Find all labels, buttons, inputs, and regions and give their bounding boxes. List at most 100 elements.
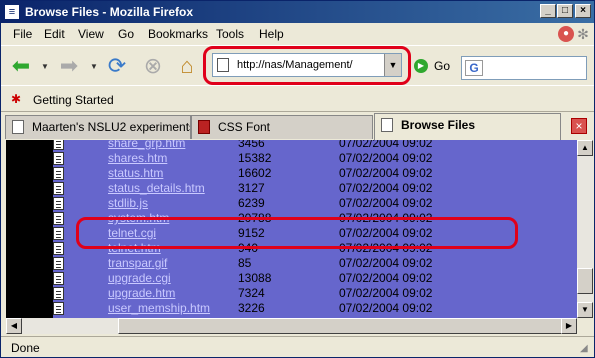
title-bar: ≡ Browse Files - Mozilla Firefox _ □ ×: [1, 1, 594, 23]
file-row: shares.htm 15382 07/02/2004 09:02: [6, 151, 577, 166]
file-size: 3456: [238, 140, 265, 150]
file-link[interactable]: upgrade.htm: [108, 286, 175, 300]
firefox-bookmark-icon: ✱: [11, 92, 22, 106]
file-row: transpar.gif 85 07/02/2004 09:02: [6, 256, 577, 271]
file-date: 07/02/2004 09:02: [339, 166, 433, 180]
file-link[interactable]: stdlib.js: [108, 196, 148, 210]
activity-throbber-icon: ●: [558, 26, 574, 42]
file-link[interactable]: share_grp.htm: [108, 140, 185, 150]
menu-file[interactable]: File: [13, 27, 32, 41]
navigation-toolbar: ⬅ ▼ ➡ ▼ ⟳ ⊗ ⌂ http://nas/Management/ ▼ ▶…: [1, 45, 594, 85]
file-row: share_grp.htm 3456 07/02/2004 09:02: [6, 140, 577, 151]
menu-tools[interactable]: Tools: [216, 27, 244, 41]
page-content: share_grp.htm 3456 07/02/2004 09:02 shares.…: [6, 140, 577, 318]
file-size: 16602: [238, 166, 272, 180]
browser-window: ≡ Browse Files - Mozilla Firefox _ □ × F…: [0, 0, 595, 358]
file-date: 07/02/2004 09:02: [339, 256, 433, 270]
reload-button[interactable]: ⟳: [103, 52, 131, 80]
file-row: upgrade.cgi 13088 07/02/2004 09:02: [6, 271, 577, 286]
menu-bookmarks[interactable]: Bookmarks: [148, 27, 208, 41]
file-row: status.htm 16602 07/02/2004 09:02: [6, 166, 577, 181]
file-icon: [53, 212, 64, 225]
file-date: 07/02/2004 09:02: [339, 151, 433, 165]
forward-dropdown-icon[interactable]: ▼: [90, 62, 98, 71]
tab-label: CSS Font: [218, 120, 271, 134]
file-size: 13088: [238, 271, 272, 285]
google-search-engine-icon[interactable]: G: [465, 60, 483, 76]
file-row: user_memship.htm 3226 07/02/2004 09:02: [6, 301, 577, 316]
window-title: Browse Files - Mozilla Firefox: [25, 5, 194, 19]
horizontal-scrollbar[interactable]: ◀ ▶: [6, 318, 577, 334]
menu-view[interactable]: View: [78, 27, 104, 41]
file-icon: [53, 227, 64, 240]
resize-grip-icon[interactable]: ◢: [580, 343, 592, 355]
scroll-right-icon[interactable]: ▶: [561, 318, 577, 334]
tab-label: Maarten's NSLU2 experiments: [32, 120, 191, 134]
menu-help[interactable]: Help: [259, 27, 284, 41]
file-icon: [53, 242, 64, 255]
menu-bar: File Edit View Go Bookmarks Tools Help ●…: [1, 23, 594, 45]
annotation-highlight-telnet: [76, 217, 518, 249]
file-link[interactable]: shares.htm: [108, 151, 167, 165]
file-link[interactable]: status.htm: [108, 166, 163, 180]
vertical-scroll-thumb[interactable]: [577, 268, 593, 294]
go-button[interactable]: Go: [434, 59, 450, 73]
file-icon: [53, 257, 64, 270]
file-icon: [53, 197, 64, 210]
font-page-icon: [198, 120, 210, 134]
maximize-button[interactable]: □: [557, 4, 573, 18]
file-size: 3127: [238, 181, 265, 195]
scroll-up-icon[interactable]: ▲: [577, 140, 593, 156]
back-dropdown-icon[interactable]: ▼: [41, 62, 49, 71]
forward-button[interactable]: ➡: [55, 52, 83, 80]
file-icon: [53, 140, 64, 150]
status-text: Done: [11, 341, 40, 355]
tab-label: Browse Files: [401, 118, 476, 132]
file-row: stdlib.js 6239 07/02/2004 09:02: [6, 196, 577, 211]
file-icon: [53, 302, 64, 315]
file-row: upgrade.htm 7324 07/02/2004 09:02: [6, 286, 577, 301]
file-link[interactable]: status_details.htm: [108, 181, 205, 195]
home-button[interactable]: ⌂: [173, 52, 201, 80]
annotation-highlight-url: [203, 46, 411, 85]
search-input[interactable]: G: [461, 56, 587, 80]
file-size: 15382: [238, 151, 272, 165]
scroll-left-icon[interactable]: ◀: [6, 318, 22, 334]
menu-go[interactable]: Go: [118, 27, 134, 41]
horizontal-scroll-thumb[interactable]: [118, 318, 564, 334]
minimize-button[interactable]: _: [540, 4, 556, 18]
file-link[interactable]: transpar.gif: [108, 256, 167, 270]
spinner-icon: ✻: [577, 26, 589, 42]
bookmark-getting-started[interactable]: Getting Started: [33, 93, 114, 107]
file-icon: [53, 287, 64, 300]
back-button[interactable]: ⬅: [7, 52, 35, 80]
window-app-icon[interactable]: ≡: [5, 5, 19, 19]
stop-button[interactable]: ⊗: [139, 52, 167, 80]
file-date: 07/02/2004 09:02: [339, 196, 433, 210]
file-date: 07/02/2004 09:02: [339, 271, 433, 285]
page-icon: [381, 118, 393, 132]
file-date: 07/02/2004 09:02: [339, 286, 433, 300]
close-tab-button[interactable]: ×: [571, 118, 587, 134]
file-icon: [53, 167, 64, 180]
file-link[interactable]: upgrade.cgi: [108, 271, 171, 285]
tab-nslu2-experiments[interactable]: Maarten's NSLU2 experiments: [5, 115, 191, 139]
file-icon: [53, 152, 64, 165]
vertical-scrollbar[interactable]: ▲ ▼: [577, 140, 593, 318]
file-size: 6239: [238, 196, 265, 210]
tab-browse-files[interactable]: Browse Files: [374, 113, 561, 140]
bookmarks-toolbar: ✱ Getting Started: [1, 85, 594, 111]
file-date: 07/02/2004 09:02: [339, 140, 433, 150]
file-link[interactable]: user_memship.htm: [108, 301, 210, 315]
page-icon: [12, 120, 24, 134]
tab-bar: Maarten's NSLU2 experiments CSS Font Bro…: [1, 111, 594, 140]
file-row: status_details.htm 3127 07/02/2004 09:02: [6, 181, 577, 196]
menu-edit[interactable]: Edit: [44, 27, 65, 41]
status-bar: Done ◢: [1, 336, 594, 357]
scroll-down-icon[interactable]: ▼: [577, 302, 593, 318]
tab-css-font[interactable]: CSS Font: [191, 115, 373, 139]
close-window-button[interactable]: ×: [575, 4, 591, 18]
go-icon[interactable]: ▶: [414, 59, 428, 73]
file-icon: [53, 182, 64, 195]
file-size: 7324: [238, 286, 265, 300]
